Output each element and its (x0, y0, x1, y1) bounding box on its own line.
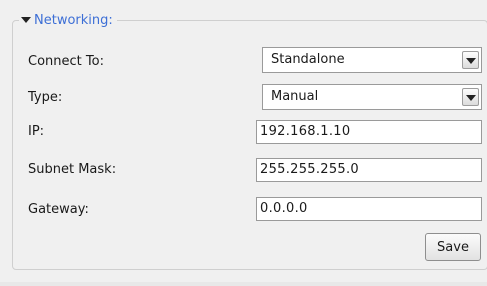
connect-to-dropdown-button[interactable] (462, 51, 479, 69)
section-title: Networking: (34, 12, 113, 28)
subnet-mask-field[interactable]: 255.255.255.0 (256, 158, 482, 182)
chevron-down-icon (466, 95, 476, 101)
connect-to-select[interactable]: Standalone (262, 47, 482, 73)
type-dropdown-button[interactable] (462, 88, 479, 106)
type-select[interactable]: Manual (262, 84, 482, 110)
subnet-mask-value: 255.255.255.0 (260, 162, 360, 177)
type-label: Type: (28, 90, 63, 105)
chevron-down-icon (466, 58, 476, 64)
connect-to-value: Standalone (271, 52, 345, 67)
gateway-field[interactable]: 0.0.0.0 (256, 197, 482, 221)
ip-value: 192.168.1.10 (260, 124, 351, 139)
collapse-triangle-icon[interactable] (21, 17, 31, 23)
gateway-value: 0.0.0.0 (260, 201, 308, 216)
connect-to-label: Connect To: (28, 54, 104, 69)
ip-field[interactable]: 192.168.1.10 (256, 120, 482, 144)
networking-section-toggle[interactable]: Networking: (19, 11, 117, 29)
subnet-mask-label: Subnet Mask: (28, 162, 117, 177)
ip-label: IP: (28, 124, 45, 139)
gateway-label: Gateway: (28, 202, 89, 217)
type-value: Manual (271, 89, 319, 104)
bottom-divider (0, 282, 487, 286)
save-button[interactable]: Save (425, 233, 481, 261)
